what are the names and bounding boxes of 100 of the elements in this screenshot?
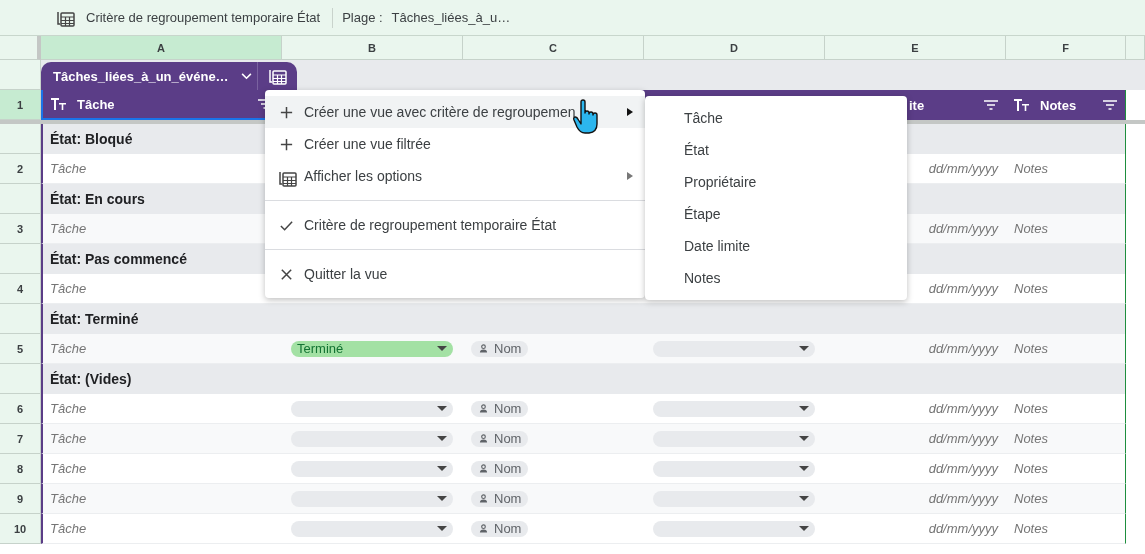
column-header[interactable]: F (1006, 36, 1126, 60)
caret-icon (799, 436, 809, 441)
person-chip[interactable]: Nom (471, 340, 529, 357)
text-type-icon (51, 98, 67, 110)
row-header-cell (0, 304, 41, 334)
filter-icon[interactable] (1103, 100, 1117, 110)
task-cell: Tâche (41, 394, 282, 424)
stage-dropdown[interactable] (653, 430, 815, 447)
submenu-arrow-icon (627, 172, 633, 180)
table-name-dropdown[interactable]: Tâches_liées_à_un_événe… (41, 62, 257, 90)
caret-icon (437, 406, 447, 411)
person-icon (479, 404, 488, 413)
column-header-cell[interactable]: Notes (1006, 90, 1126, 120)
column-header[interactable]: B (282, 36, 463, 60)
column-title: Tâche (77, 96, 116, 112)
person-icon (479, 524, 488, 533)
chevron-down-icon (240, 72, 252, 80)
stage-dropdown[interactable] (653, 400, 815, 417)
close-icon (279, 266, 294, 282)
row-header-cell (0, 244, 41, 274)
task-cell: Tâche (41, 334, 282, 364)
notes-cell: Notes (1006, 274, 1126, 304)
caret-icon (799, 496, 809, 501)
stage-dropdown[interactable] (653, 490, 815, 507)
caret-icon (799, 346, 809, 351)
caret-icon (437, 436, 447, 441)
caret-icon (437, 526, 447, 531)
text-type-icon (1014, 99, 1030, 111)
row-number[interactable]: 2 (0, 154, 41, 184)
table-view-button[interactable] (257, 62, 297, 90)
notes-cell: Notes (1006, 484, 1126, 514)
group-header: État: (Vides) (41, 364, 1126, 394)
notes-cell: Notes (1006, 334, 1126, 364)
status-dropdown[interactable] (291, 490, 453, 507)
group-header: État: Terminé (41, 304, 1126, 334)
column-header[interactable]: D (644, 36, 825, 60)
corner-cell[interactable] (0, 36, 41, 60)
submenu-arrow-icon (627, 108, 633, 116)
person-icon (479, 494, 488, 503)
row-number[interactable]: 7 (0, 424, 41, 454)
person-icon (479, 434, 488, 443)
task-cell: Tâche (41, 484, 282, 514)
person-icon (479, 344, 488, 353)
stage-dropdown[interactable] (653, 340, 815, 357)
caret-icon (799, 526, 809, 531)
status-dropdown[interactable] (291, 400, 453, 417)
range-label: Plage : (342, 10, 383, 25)
column-title: ite (909, 97, 926, 113)
date-cell: dd/mm/yyyy (825, 424, 1006, 454)
row-number[interactable]: 9 (0, 484, 41, 514)
person-chip[interactable]: Nom (471, 460, 529, 477)
stage-dropdown[interactable] (653, 460, 815, 477)
person-chip[interactable]: Nom (471, 400, 529, 417)
row-number[interactable]: 6 (0, 394, 41, 424)
task-cell: Tâche (41, 514, 282, 544)
table-icon (268, 67, 287, 85)
notes-cell: Notes (1006, 454, 1126, 484)
row-header-cell (0, 184, 41, 214)
row-number[interactable]: 3 (0, 214, 41, 244)
column-header[interactable]: A (41, 36, 282, 60)
row-number[interactable]: 5 (0, 334, 41, 364)
notes-cell: Notes (1006, 154, 1126, 184)
row-number[interactable]: 4 (0, 274, 41, 304)
status-dropdown[interactable] (291, 520, 453, 537)
date-cell: dd/mm/yyyy (825, 484, 1006, 514)
person-chip[interactable]: Nom (471, 520, 529, 537)
menu-item[interactable]: Créer une vue avec critère de regroupemen (265, 96, 645, 128)
status-dropdown[interactable] (291, 460, 453, 477)
person-chip[interactable]: Nom (471, 430, 529, 447)
row-number[interactable]: 1 (0, 90, 41, 120)
caret-icon (799, 466, 809, 471)
notes-cell: Notes (1006, 214, 1126, 244)
caret-icon (799, 406, 809, 411)
task-cell: Tâche (41, 454, 282, 484)
filter-icon[interactable] (984, 100, 998, 110)
notes-cell: Notes (1006, 424, 1126, 454)
plus-icon (279, 104, 294, 120)
column-title: Notes (1040, 97, 1078, 113)
row-number[interactable]: 10 (0, 514, 41, 544)
notes-cell: Notes (1006, 394, 1126, 424)
column-header[interactable]: C (463, 36, 644, 60)
date-cell: dd/mm/yyyy (825, 334, 1006, 364)
row-number[interactable]: 8 (0, 454, 41, 484)
column-header[interactable]: E (825, 36, 1006, 60)
range-value: Tâches_liées_à_u… (391, 10, 511, 25)
person-chip[interactable]: Nom (471, 490, 529, 507)
person-icon (479, 464, 488, 473)
view-title: Critère de regroupement temporaire État (86, 10, 321, 25)
task-cell: Tâche (41, 274, 282, 304)
task-cell: Tâche (41, 424, 282, 454)
status-dropdown[interactable] (291, 430, 453, 447)
caret-icon (437, 346, 447, 351)
row-header-cell (0, 364, 41, 394)
caret-icon (437, 466, 447, 471)
status-dropdown[interactable]: Terminé (291, 340, 453, 357)
stage-dropdown[interactable] (653, 520, 815, 537)
plus-icon (279, 136, 294, 152)
hand-cursor-icon (573, 99, 599, 135)
caret-icon (437, 496, 447, 501)
notes-cell: Notes (1006, 514, 1126, 544)
